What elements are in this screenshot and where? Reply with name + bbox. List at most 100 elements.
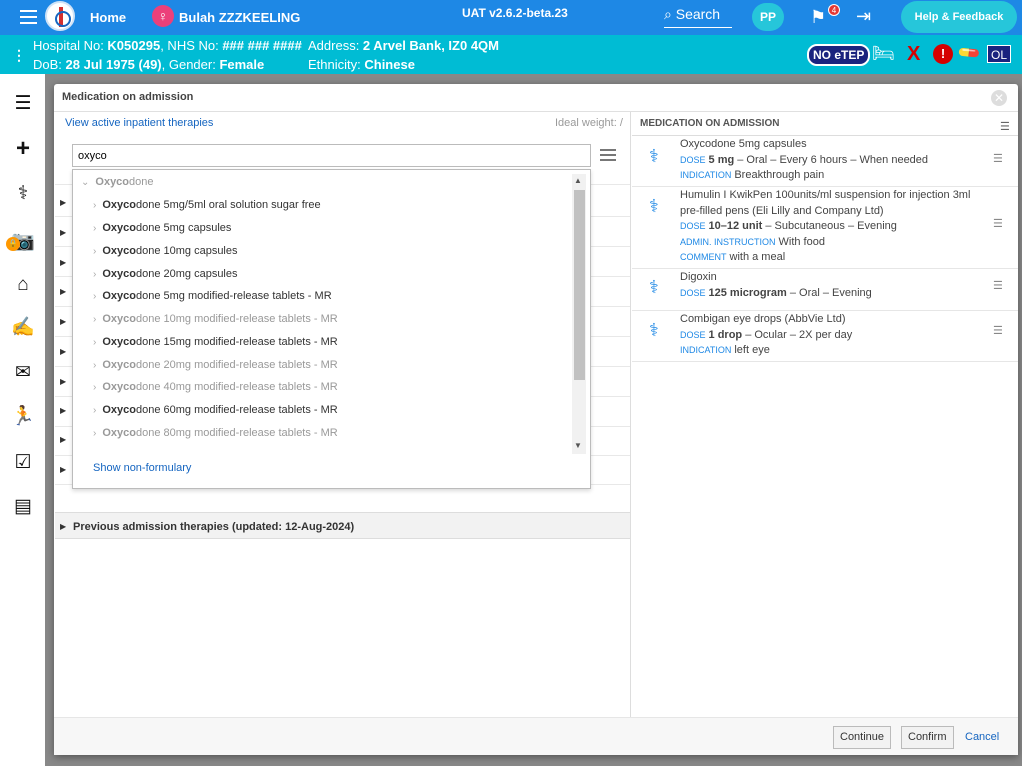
dialog-title: Medication on admission — [62, 91, 194, 103]
medication-dose-line: DOSE 5 mg – Oral – Every 6 hours – When n… — [680, 153, 929, 166]
medication-details: Oxycodone 5mg capsules DOSE 5 mg – Oral –… — [680, 137, 980, 184]
previous-admission-row[interactable]: ▶ Previous admission therapies (updated:… — [55, 512, 630, 539]
show-non-formulary-link[interactable]: Show non-formulary — [93, 462, 191, 474]
result-item-non-formulary[interactable]: › Oxycodone 10mg modified-release tablets… — [93, 313, 338, 325]
search-button[interactable]: ⌕ Search — [664, 6, 732, 28]
expand-caret-icon[interactable]: ▶ — [60, 377, 66, 386]
medication-list-panel: MEDICATION ON ADMISSION ☰ ⚕ Oxycodone 5m… — [632, 112, 1018, 718]
pill-icon[interactable]: 💊 — [956, 40, 982, 66]
result-group-header[interactable]: ⌄ Oxycodone — [81, 176, 154, 188]
scrollbar-thumb[interactable] — [574, 190, 585, 380]
expand-caret-icon[interactable]: ▶ — [60, 435, 66, 444]
close-icon[interactable]: ✕ — [991, 90, 1007, 106]
result-item[interactable]: › Oxycodone 5mg/5ml oral solution sugar f… — [93, 199, 321, 211]
patient-ids: Hospital No: K050295, NHS No: ### ### ##… — [33, 38, 302, 53]
drag-handle-icon[interactable]: ☰ — [993, 217, 1003, 230]
expand-caret-icon[interactable]: ▶ — [60, 406, 66, 415]
expand-caret-icon[interactable]: ▶ — [60, 317, 66, 326]
result-item[interactable]: › Oxycodone 60mg modified-release tablets… — [93, 404, 338, 416]
home-medical-icon[interactable]: ⌂ — [10, 272, 36, 298]
chevron-down-icon: ⌄ — [81, 177, 90, 188]
expand-caret-icon[interactable]: ▶ — [60, 287, 66, 296]
hamburger-menu-icon[interactable] — [20, 10, 37, 24]
result-item-non-formulary[interactable]: › Oxycodone 20mg modified-release tablets… — [93, 359, 338, 371]
caduceus-icon: ⚕ — [649, 277, 659, 297]
patient-banner: ⋮ Hospital No: K050295, NHS No: ### ### … — [0, 35, 1022, 74]
expand-caret-icon[interactable]: ▶ — [60, 258, 66, 267]
medication-details: Humulin I KwikPen 100units/ml suspension… — [680, 188, 980, 266]
chevron-right-icon: › — [93, 314, 97, 325]
medication-item[interactable]: ⚕ Oxycodone 5mg capsules DOSE 5 mg – Oral… — [632, 136, 1018, 187]
flag-icon[interactable]: ⚑ — [810, 7, 826, 28]
options-menu-icon[interactable] — [600, 149, 616, 161]
medication-comment: COMMENT with a meal — [680, 251, 786, 263]
side-nav: ☰ + ⚕ 📷 🔒 ⌂ ✍ ✉ 🏃 ☑ ▤ — [0, 74, 45, 766]
result-item-non-formulary[interactable]: › Oxycodone 80mg modified-release tablets… — [93, 427, 338, 439]
previous-admission-label: Previous admission therapies (updated: 1… — [73, 521, 355, 533]
female-patient-icon: ♀ — [152, 5, 174, 27]
expand-caret-icon[interactable]: ▶ — [60, 465, 66, 474]
search-results-dropdown: ⌄ Oxycodone › Oxycodone 5mg/5ml oral solut… — [72, 169, 591, 489]
view-active-therapies-link[interactable]: View active inpatient therapies — [65, 117, 213, 129]
scroll-up-icon[interactable]: ▲ — [574, 176, 582, 185]
medication-name: Oxycodone 5mg capsules — [680, 138, 807, 150]
plus-icon[interactable]: + — [10, 136, 36, 162]
envelope-open-icon[interactable]: ✉ — [10, 360, 36, 386]
medication-item[interactable]: ⚕ Combigan eye drops (AbbVie Ltd) DOSE 1 … — [632, 311, 1018, 362]
ideal-weight: Ideal weight: / — [555, 117, 623, 129]
continue-button[interactable]: Continue — [833, 726, 892, 749]
medication-details: Combigan eye drops (AbbVie Ltd) DOSE 1 dr… — [680, 312, 980, 359]
scroll-down-icon[interactable]: ▼ — [574, 441, 582, 450]
drag-handle-icon[interactable]: ☰ — [993, 324, 1003, 337]
medication-item[interactable]: ⚕ Humulin I KwikPen 100units/ml suspensi… — [632, 187, 1018, 269]
stethoscope-icon[interactable]: ⚕ — [10, 181, 36, 207]
chevron-right-icon: › — [93, 269, 97, 280]
patient-ethnicity: Ethnicity: Chinese — [308, 57, 415, 72]
top-bar: Home ♀ Bulah ZZZKEELING UAT v2.6.2-beta.… — [0, 0, 1022, 35]
lock-icon: 🔒 — [6, 237, 20, 251]
list-icon[interactable]: ☰ — [10, 91, 36, 117]
result-item[interactable]: › Oxycodone 10mg capsules — [93, 245, 238, 257]
expand-caret-icon[interactable]: ▶ — [60, 198, 66, 207]
home-link[interactable]: Home — [90, 10, 126, 25]
logout-icon[interactable]: ⇥ — [856, 6, 871, 27]
ledger-icon[interactable]: ▤ — [10, 494, 36, 520]
list-menu-icon[interactable]: ☰ — [1000, 120, 1010, 133]
cross-icon[interactable]: X — [907, 43, 920, 66]
result-item[interactable]: › Oxycodone 5mg modified-release tablets … — [93, 290, 332, 302]
bed-icon[interactable]: 🛏 — [872, 43, 895, 64]
medication-details: Digoxin DOSE 125 microgram – Oral – Eveni… — [680, 270, 980, 301]
no-etep-badge[interactable]: NO eTEP — [807, 44, 871, 66]
confirm-button[interactable]: Confirm — [901, 726, 954, 749]
drag-handle-icon[interactable]: ☰ — [993, 152, 1003, 165]
medication-dose-line: DOSE 125 microgram – Oral – Evening — [680, 286, 872, 299]
patient-name[interactable]: Bulah ZZZKEELING — [179, 10, 300, 25]
cancel-link[interactable]: Cancel — [965, 731, 999, 743]
file-signature-icon[interactable]: ✍ — [10, 315, 36, 341]
alert-icon[interactable]: ! — [933, 44, 953, 64]
medication-name: Digoxin — [680, 271, 717, 283]
drag-handle-icon[interactable]: ☰ — [993, 279, 1003, 292]
medication-item[interactable]: ⚕ Digoxin DOSE 125 microgram – Oral – Eve… — [632, 269, 1018, 311]
medication-name: Humulin I KwikPen 100units/ml suspension… — [680, 189, 971, 201]
medication-indication: INDICATION Breakthrough pain — [680, 169, 825, 181]
medication-dose-line: DOSE 10–12 unit – Subcutaneous – Evening — [680, 220, 897, 232]
kebab-menu-icon[interactable]: ⋮ — [12, 47, 26, 64]
chevron-right-icon: › — [93, 405, 97, 416]
result-item[interactable]: › Oxycodone 20mg capsules — [93, 268, 238, 280]
expand-caret-icon[interactable]: ▶ — [60, 522, 66, 531]
chevron-right-icon: › — [93, 360, 97, 371]
result-item[interactable]: › Oxycodone 5mg capsules — [93, 222, 231, 234]
result-item[interactable]: › Oxycodone 15mg modified-release tablets… — [93, 336, 338, 348]
medication-indication: INDICATION left eye — [680, 344, 770, 356]
person-walking-home-icon[interactable]: 🏃 — [10, 404, 36, 430]
help-feedback-button[interactable]: Help & Feedback — [901, 1, 1017, 33]
app-logo — [45, 1, 75, 31]
ol-badge[interactable]: OL — [987, 45, 1012, 63]
checklist-icon[interactable]: ☑ — [10, 450, 36, 476]
result-item-non-formulary[interactable]: › Oxycodone 40mg modified-release tablets… — [93, 381, 338, 393]
user-avatar[interactable]: PP — [752, 3, 784, 31]
expand-caret-icon[interactable]: ▶ — [60, 347, 66, 356]
expand-caret-icon[interactable]: ▶ — [60, 228, 66, 237]
medication-search-input[interactable] — [72, 144, 591, 167]
